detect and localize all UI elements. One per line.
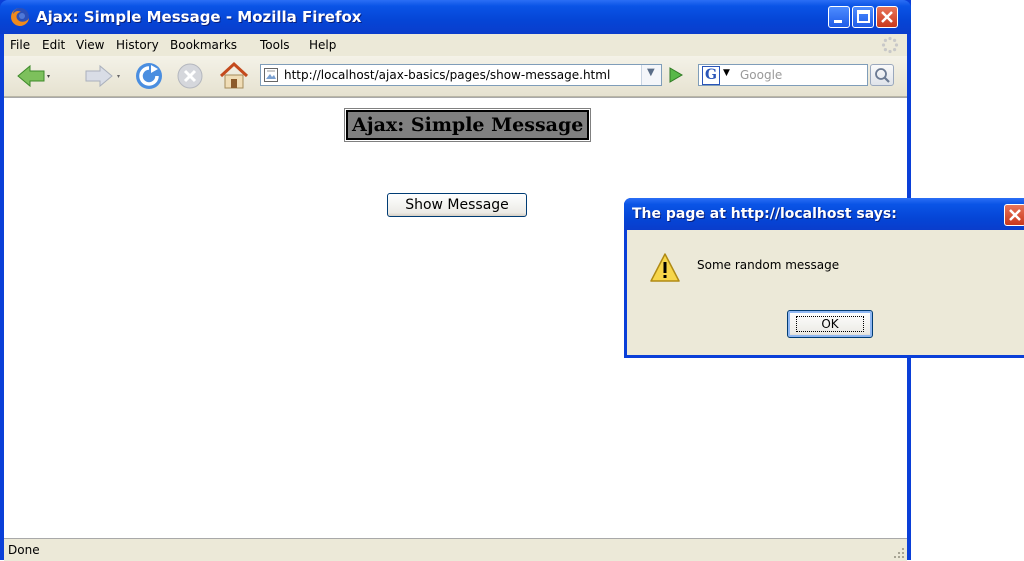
dialog-message: Some random message [697, 258, 840, 272]
reload-icon[interactable] [134, 61, 164, 91]
warning-icon [650, 253, 680, 282]
status-bar: Done [4, 538, 907, 561]
maximize-icon [857, 10, 870, 23]
forward-history-dropdown-icon [117, 75, 120, 78]
dialog-title-bar[interactable]: The page at http://localhost says: [624, 198, 1024, 230]
show-message-button[interactable]: Show Message [387, 193, 527, 217]
menu-file[interactable]: File [10, 38, 30, 52]
menu-history[interactable]: History [116, 38, 159, 52]
search-button[interactable] [870, 64, 894, 86]
menu-tools[interactable]: Tools [260, 38, 290, 52]
menu-help[interactable]: Help [309, 38, 336, 52]
menu-view[interactable]: View [76, 38, 104, 52]
resize-grip-icon[interactable] [893, 547, 905, 559]
dialog-title: The page at http://localhost says: [632, 206, 897, 222]
close-icon [1009, 209, 1021, 221]
url-history-dropdown[interactable]: ▼ [641, 65, 661, 85]
alert-dialog: The page at http://localhost says: Some … [624, 198, 1024, 358]
back-button[interactable] [14, 63, 50, 89]
search-engine-selector[interactable]: G ▼ [698, 64, 734, 86]
close-icon [881, 11, 893, 23]
chevron-down-icon: ▼ [647, 67, 655, 78]
throbber-icon [881, 36, 899, 54]
stop-icon[interactable] [176, 62, 204, 90]
minimize-button[interactable] [828, 6, 850, 28]
page-heading: Ajax: Simple Message [343, 108, 592, 142]
url-text[interactable]: http://localhost/ajax-basics/pages/show-… [284, 68, 610, 82]
title-bar[interactable]: Ajax: Simple Message - Mozilla Firefox [0, 0, 911, 34]
close-button[interactable] [876, 6, 898, 28]
magnifier-icon [875, 68, 890, 83]
menu-edit[interactable]: Edit [42, 38, 65, 52]
home-icon[interactable] [218, 61, 250, 91]
page-favicon-icon [264, 68, 278, 82]
maximize-button[interactable] [852, 6, 874, 28]
firefox-icon [11, 8, 29, 26]
forward-button[interactable] [80, 63, 122, 89]
google-engine-icon: G [702, 66, 720, 85]
url-bar[interactable]: http://localhost/ajax-basics/pages/show-… [260, 64, 662, 86]
menu-bar: File Edit View History Bookmarks Tools H… [4, 34, 907, 56]
search-input[interactable]: Google [734, 64, 868, 86]
back-history-dropdown-icon [47, 75, 50, 78]
navigation-toolbar: http://localhost/ajax-basics/pages/show-… [4, 56, 907, 97]
dialog-close-button[interactable] [1004, 204, 1024, 226]
menu-bookmarks[interactable]: Bookmarks [170, 38, 237, 52]
ok-label: OK [796, 316, 864, 332]
chevron-down-icon: ▼ [723, 68, 730, 78]
minimize-icon [834, 20, 842, 23]
dialog-body: Some random message OK [627, 230, 1024, 355]
go-arrow-icon[interactable] [668, 66, 684, 84]
window-title: Ajax: Simple Message - Mozilla Firefox [36, 8, 362, 26]
status-text: Done [8, 543, 40, 557]
ok-button[interactable]: OK [787, 310, 873, 338]
